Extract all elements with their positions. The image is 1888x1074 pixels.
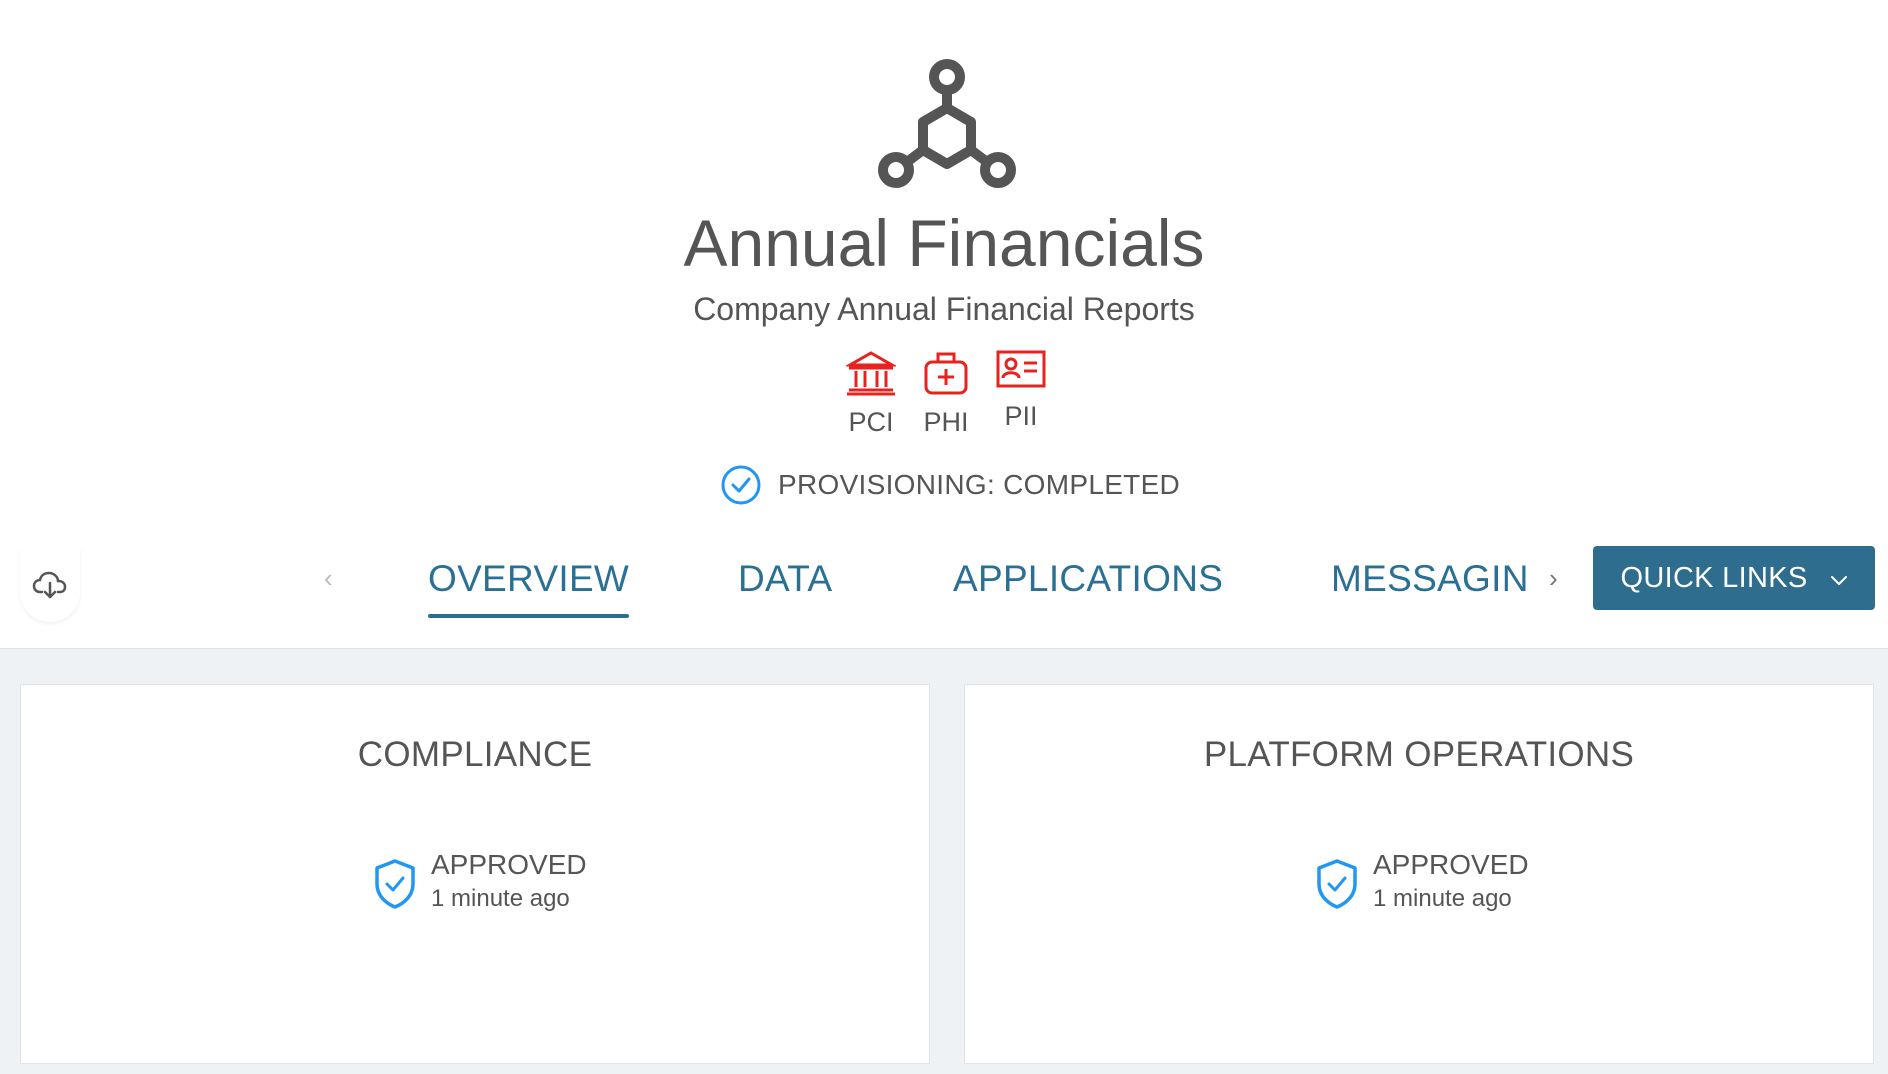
check-circle-icon xyxy=(721,465,761,505)
quick-links-button[interactable]: QUICK LINKS xyxy=(1593,546,1875,610)
cloud-download-icon xyxy=(32,571,67,599)
approval-status: APPROVED 1 minute ago xyxy=(1315,848,1529,916)
tag-label: PHI xyxy=(923,407,969,437)
bank-icon xyxy=(846,351,896,396)
medical-bag-icon xyxy=(924,352,968,395)
approval-status: APPROVED 1 minute ago xyxy=(373,848,587,916)
hub-network-icon xyxy=(878,59,1016,188)
chevron-left-icon[interactable]: ‹ xyxy=(324,563,333,594)
status-text: PROVISIONING: COMPLETED xyxy=(778,469,1181,500)
tag-label: PII xyxy=(1004,401,1038,431)
overview-content: COMPLIANCE APPROVED 1 minute ago PLATFOR… xyxy=(0,648,1888,1074)
tab-messaging[interactable]: MESSAGING xyxy=(1331,556,1530,602)
id-card-icon xyxy=(996,350,1046,388)
download-button[interactable] xyxy=(20,548,80,622)
tag-pii: PII xyxy=(986,350,1056,432)
asset-header: Annual Financials Company Annual Financi… xyxy=(0,0,1888,648)
tab-bar: OVERVIEW DATA APPLICATIONS MESSAGING xyxy=(370,548,1530,618)
approval-time: 1 minute ago xyxy=(1373,885,1512,912)
tab-applications[interactable]: APPLICATIONS xyxy=(953,556,1223,602)
platform-operations-card: PLATFORM OPERATIONS APPROVED 1 minute ag… xyxy=(964,684,1874,1064)
tag-label: PCI xyxy=(848,407,894,437)
shield-check-icon xyxy=(375,859,415,909)
quick-links-label: QUICK LINKS xyxy=(1620,561,1808,594)
compliance-card: COMPLIANCE APPROVED 1 minute ago xyxy=(20,684,930,1064)
approval-label: APPROVED xyxy=(1373,849,1529,880)
tag-phi: PHI xyxy=(911,350,981,438)
approval-text: APPROVED 1 minute ago xyxy=(1373,848,1529,916)
card-title: PLATFORM OPERATIONS xyxy=(1203,735,1635,774)
shield-check-icon xyxy=(1317,859,1357,909)
approval-text: APPROVED 1 minute ago xyxy=(431,848,587,916)
classification-tags: PCI PHI PII xyxy=(836,350,1056,442)
page: Annual Financials Company Annual Financi… xyxy=(0,0,1888,1074)
chevron-right-icon[interactable]: › xyxy=(1549,563,1558,594)
approval-time: 1 minute ago xyxy=(431,885,570,912)
page-subtitle: Company Annual Financial Reports xyxy=(693,291,1195,327)
tag-pci: PCI xyxy=(836,350,906,438)
provisioning-status: PROVISIONING: COMPLETED xyxy=(720,463,1180,507)
chevron-down-icon xyxy=(1830,562,1848,595)
page-title: Annual Financials xyxy=(683,206,1205,280)
card-title: COMPLIANCE xyxy=(357,735,593,774)
tab-overview[interactable]: OVERVIEW xyxy=(428,556,630,618)
tab-data[interactable]: DATA xyxy=(738,556,832,602)
approval-label: APPROVED xyxy=(431,849,587,880)
